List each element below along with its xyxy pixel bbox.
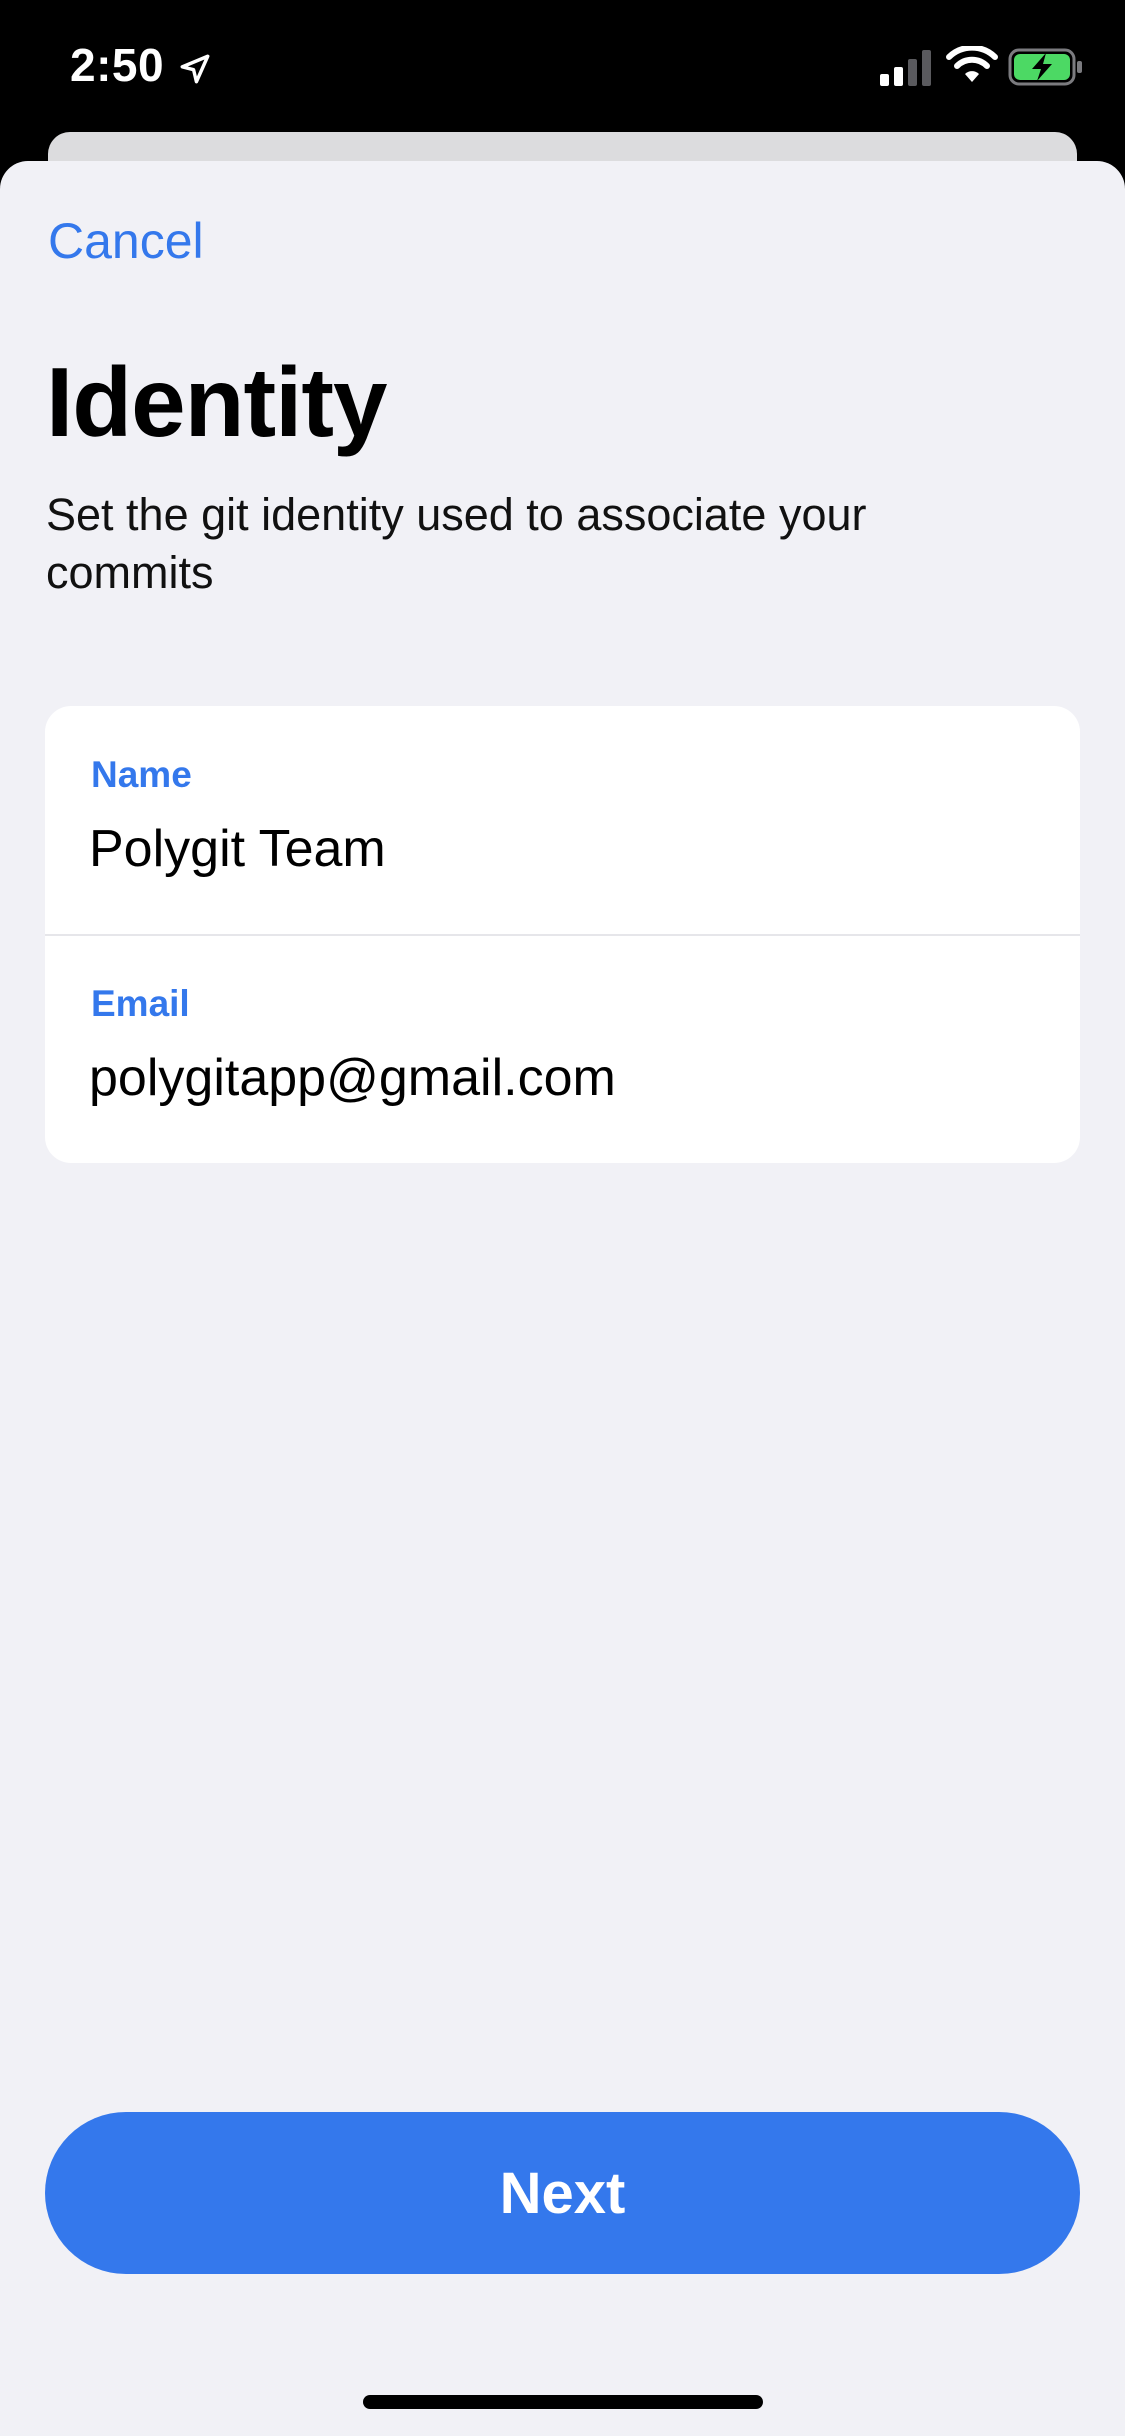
battery-charging-icon [1008,48,1082,86]
name-field-label: Name [91,754,192,795]
email-field[interactable]: Email [45,935,1080,1163]
name-field[interactable]: Name [45,706,1080,934]
email-input[interactable] [89,1045,1029,1111]
page-title: Identity [46,347,387,457]
identity-form-card: Name Email [45,706,1080,1163]
home-indicator [363,2395,763,2409]
name-input[interactable] [89,816,1029,882]
status-bar: 2:50 [0,0,1125,135]
cancel-button[interactable]: Cancel [48,212,204,270]
status-time: 2:50 [70,39,165,91]
page-subtitle: Set the git identity used to associate y… [46,489,867,598]
email-field-label: Email [91,983,190,1024]
cellular-signal-icon [880,50,931,86]
next-button[interactable]: Next [45,2112,1080,2274]
location-arrow-icon [180,54,210,84]
wifi-icon [946,46,998,82]
